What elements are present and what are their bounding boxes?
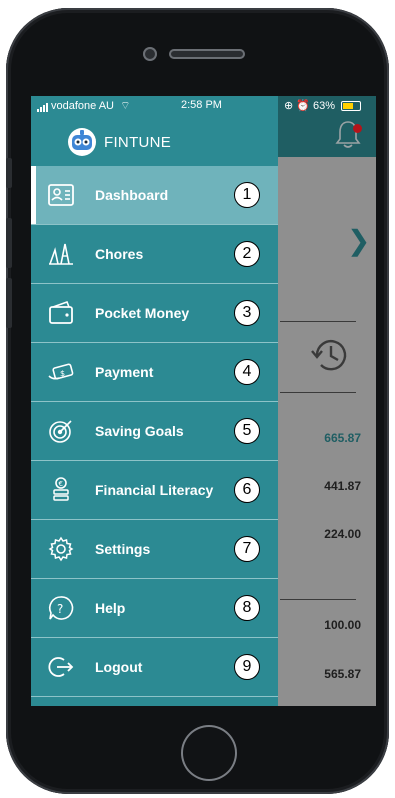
drawer-menu: Dashboard 1 Chores 2 Pocket Money 3 $ Payment 4 S…	[31, 166, 278, 697]
menu-item-financial-literacy[interactable]: € Financial Literacy 6	[31, 461, 278, 520]
svg-text:?: ?	[57, 602, 63, 616]
screen: ❯ 665.87 441.87 224.00 100.00 565.87 FIN…	[31, 96, 376, 706]
divider	[280, 392, 356, 393]
menu-item-number-badge: 1	[234, 182, 260, 208]
battery-icon	[341, 101, 362, 112]
wallet-icon	[47, 299, 75, 327]
status-bar: vodafone AU ⌔ 2:58 PM ⊕ ⏰ 63%	[31, 96, 376, 114]
chores-icon	[47, 240, 75, 268]
svg-text:$: $	[60, 369, 65, 378]
menu-item-chores[interactable]: Chores 2	[31, 225, 278, 284]
history-icon[interactable]	[309, 334, 351, 376]
wifi-icon: ⌔	[117, 100, 131, 112]
logout-icon	[47, 653, 75, 681]
balance-value: 441.87	[324, 479, 361, 493]
menu-item-label: Help	[95, 600, 126, 616]
alarm-icon: ⏰	[296, 100, 310, 112]
menu-item-label: Financial Literacy	[95, 482, 214, 498]
menu-item-label: Settings	[95, 541, 151, 557]
menu-item-number-badge: 5	[234, 418, 260, 444]
menu-item-payment[interactable]: $ Payment 4	[31, 343, 278, 402]
menu-item-number-badge: 6	[234, 477, 260, 503]
menu-item-label: Logout	[95, 659, 143, 675]
menu-item-pocket-money[interactable]: Pocket Money 3	[31, 284, 278, 343]
volume-up-button	[6, 218, 12, 268]
menu-item-label: Saving Goals	[95, 423, 184, 439]
divider	[280, 321, 356, 322]
help-icon: ?	[47, 594, 75, 622]
coins-icon: €	[47, 476, 75, 504]
menu-item-help[interactable]: ? Help 8	[31, 579, 278, 638]
divider	[280, 599, 356, 600]
menu-item-number-badge: 8	[234, 595, 260, 621]
mute-switch	[6, 158, 12, 188]
menu-item-saving-goals[interactable]: Saving Goals 5	[31, 402, 278, 461]
navigation-drawer: FINTUNE Dashboard 1 Chores 2 Pocket Money 3 $ P…	[31, 96, 278, 706]
menu-item-number-badge: 7	[234, 536, 260, 562]
signal-icon	[37, 100, 49, 113]
menu-item-logout[interactable]: Logout 9	[31, 638, 278, 697]
target-icon	[47, 417, 75, 445]
brand-name: FINTUNE	[104, 134, 172, 151]
status-time: 2:58 PM	[181, 99, 222, 111]
balance-value: 224.00	[324, 527, 361, 541]
dashboard-icon	[47, 181, 75, 209]
notification-badge	[353, 124, 362, 133]
front-camera	[143, 47, 157, 61]
menu-item-settings[interactable]: Settings 7	[31, 520, 278, 579]
lock-rotation-icon: ⊕	[284, 100, 294, 112]
menu-item-number-badge: 2	[234, 241, 260, 267]
menu-item-label: Payment	[95, 364, 154, 380]
menu-item-dashboard[interactable]: Dashboard 1	[31, 166, 278, 225]
home-button[interactable]	[181, 725, 237, 781]
menu-item-label: Chores	[95, 246, 144, 262]
gear-icon	[47, 535, 75, 563]
balance-value: 100.00	[324, 618, 361, 632]
chevron-right-icon[interactable]: ❯	[347, 224, 370, 257]
battery-percent: 63%	[313, 100, 336, 112]
balance-value: 565.87	[324, 667, 361, 681]
earpiece-speaker	[169, 49, 245, 59]
menu-item-label: Pocket Money	[95, 305, 190, 321]
menu-item-number-badge: 3	[234, 300, 260, 326]
carrier: vodafone AU ⌔	[37, 99, 130, 113]
volume-down-button	[6, 278, 12, 328]
carrier-name: vodafone AU	[51, 100, 114, 112]
svg-text:€: €	[59, 480, 63, 488]
balance-value: 665.87	[324, 431, 361, 445]
battery-fill	[343, 103, 354, 110]
notification-bell-icon[interactable]	[333, 118, 363, 150]
payment-icon: $	[47, 358, 75, 386]
menu-item-number-badge: 4	[234, 359, 260, 385]
menu-item-number-badge: 9	[234, 654, 260, 680]
status-right: ⊕ ⏰ 63%	[284, 99, 362, 112]
robot-logo-icon	[68, 128, 96, 156]
menu-item-label: Dashboard	[95, 187, 169, 203]
